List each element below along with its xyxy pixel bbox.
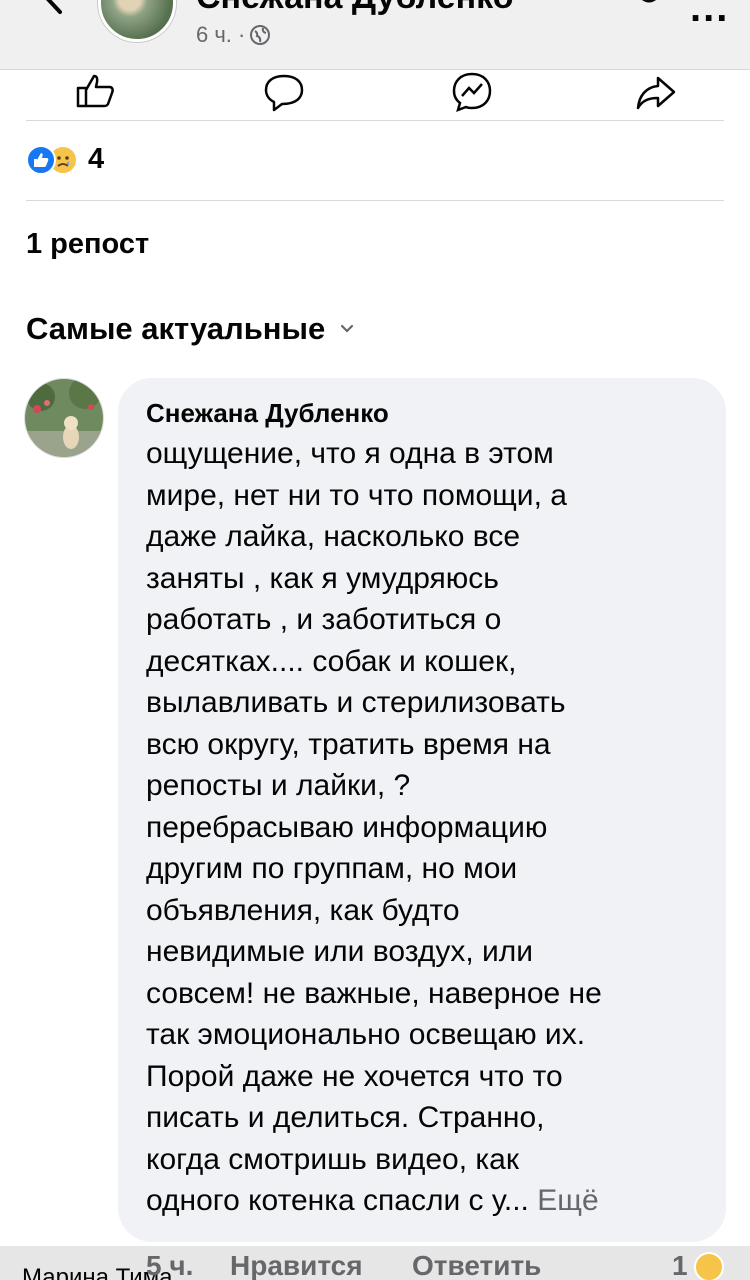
divider [26,120,724,121]
comment-line: так эмоционально освещаю их. [146,1018,586,1051]
comment-line: даже лайка, насколько все [146,520,521,553]
author-avatar[interactable] [98,0,176,42]
comment-author[interactable]: Снежана Дубленко [146,398,700,429]
notification-icon[interactable] [634,0,664,16]
comment-line: невидимые или воздух, или [146,935,534,968]
thumbs-up-icon[interactable] [74,70,118,114]
repost-count[interactable]: 1 репост [26,228,149,261]
post-time: 6 ч. · [196,22,246,47]
chevron-down-icon [341,324,354,333]
comment-line: работать , и заботиться о [146,603,502,636]
comment-line: Порой даже не хочется что то [146,1059,563,1093]
comment-line: писать и делиться. Странно, [146,1101,545,1134]
comment-footer: Марина Тима 5 ч. Нравится Ответить 1 [0,1246,750,1280]
comment-line: перебрасываю информацию [146,810,548,844]
post-header: Снежана Дубленко 6 ч. · ... [0,0,750,70]
sad-reaction-icon [694,1252,724,1280]
comment-line: одного котенка спасли с у... [146,1184,529,1217]
sort-label: Самые актуальные [26,311,326,346]
comment-line: вылавливать и стерилизовать [146,686,566,719]
comment-sort-dropdown[interactable]: Самые актуальные [26,311,355,347]
chevron-left-icon[interactable] [34,0,72,16]
comment-line: заняты , как я умудряюсь [146,561,499,595]
commenter-avatar[interactable] [24,378,104,458]
like-comment-button[interactable]: Нравится [230,1250,363,1280]
post-actions [0,70,750,120]
comment-reaction-count: 1 [672,1250,688,1280]
reaction-count: 4 [88,143,105,175]
reply-button[interactable]: Ответить [412,1250,541,1280]
comment-line: репосты и лайки, ? [146,769,411,802]
comment-line: объявления, как будто [146,893,460,927]
comment-time: 5 ч. [146,1250,194,1280]
comment-line: совсем! не важные, наверное не [146,976,602,1010]
comment-line: всю округу, тратить время на [146,727,551,761]
comment-line: мире, нет ни то что помощи, а [146,478,567,512]
like-reaction-icon [26,144,56,175]
comment-line: когда смотришь видео, как [146,1142,519,1176]
share-arrow-icon[interactable] [634,70,678,114]
comment-bubble: Снежана Дубленко ощущение, что я одна в … [118,378,726,1242]
globe-icon [250,25,271,45]
see-more-link[interactable]: Ещё [537,1184,598,1217]
comment-last-line: одного котенка спасли с у... Ещё [146,1180,700,1222]
author-name[interactable]: Снежана Дубленко [196,0,514,17]
comment-line: другим по группам, но мои [146,852,518,885]
comment-bubble-icon[interactable] [262,70,306,114]
comment-text: ощущение, что я одна в этом мире, нет ни… [146,433,700,1222]
comment-line: ощущение, что я одна в этом [146,437,554,470]
send-icon[interactable] [450,70,494,114]
divider [26,200,724,201]
post-meta: 6 ч. · [196,22,271,48]
comment-line: десятках.... собак и кошек, [146,644,517,678]
more-options-button[interactable]: ... [690,0,729,31]
reaction-summary[interactable]: 4 [26,143,104,176]
